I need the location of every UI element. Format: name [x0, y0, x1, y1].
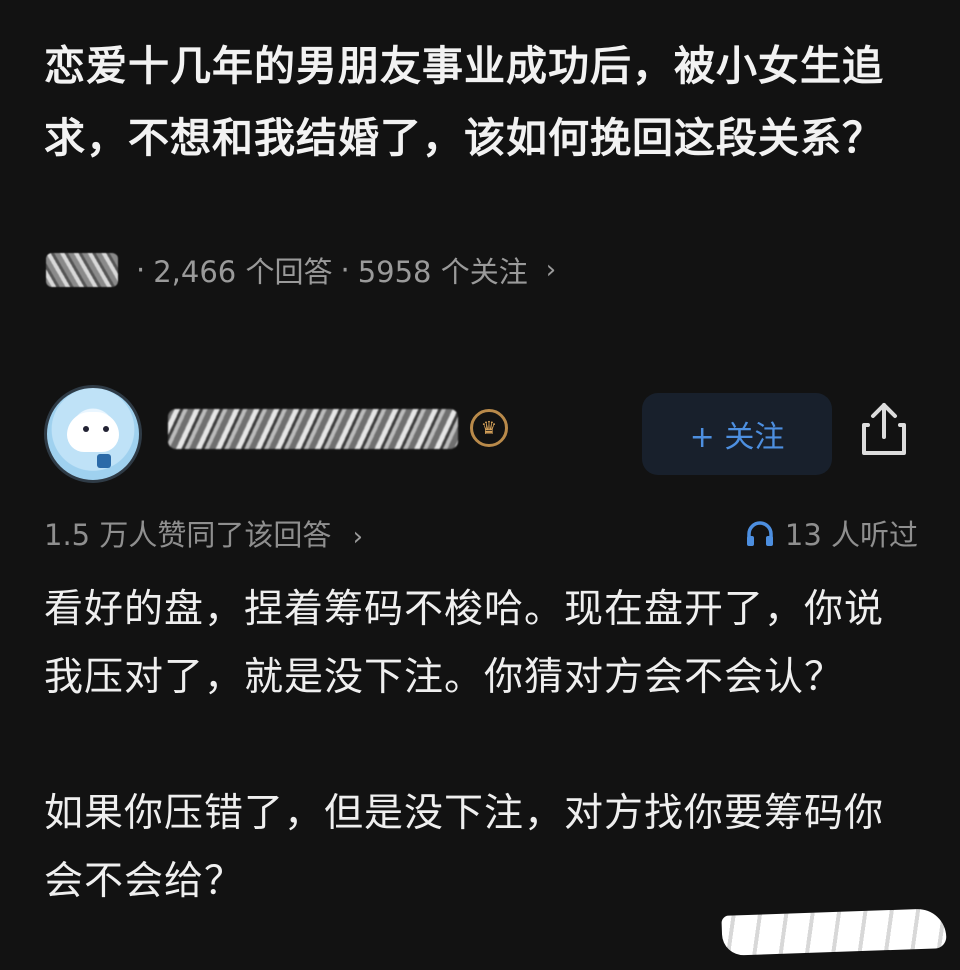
listen-count[interactable]: 13 人听过 [745, 512, 918, 554]
question-title[interactable]: 恋爱十几年的男朋友事业成功后，被小女生追求，不想和我结婚了，该如何挽回这段关系？ [44, 30, 924, 174]
answer-author-bar: ♛ + 关注 [44, 385, 920, 485]
answer-content[interactable]: 看好的盘，捏着筹码不梭哈。现在盘开了，你说我压对了，就是没下注。你猜对方会不会认… [44, 576, 920, 916]
separator-dot: · [340, 253, 350, 287]
follow-button[interactable]: + 关注 [642, 393, 832, 475]
chevron-right-icon[interactable]: › [546, 255, 556, 285]
separator-dot: · [136, 253, 146, 287]
author-avatar[interactable] [44, 385, 142, 483]
phone-tag-icon [97, 454, 111, 468]
answer-paragraph: 看好的盘，捏着筹码不梭哈。现在盘开了，你说我压对了，就是没下注。你猜对方会不会认… [44, 587, 885, 700]
follow-count: 5958 个关注 [357, 255, 528, 289]
question-meta[interactable]: · 2,466 个回答 · 5958 个关注 › [46, 248, 556, 292]
follow-label: + 关注 [689, 420, 785, 455]
share-icon[interactable] [856, 399, 912, 459]
asker-avatar-redacted [46, 253, 118, 287]
dog-illustration [67, 412, 119, 452]
answer-paragraph: 如果你压错了，但是没下注，对方找你要筹码你会不会给？ [44, 791, 885, 904]
crown-badge-icon: ♛ [470, 409, 508, 447]
headphones-icon [746, 521, 773, 546]
approval-count[interactable]: 1.5 万人赞同了该回答 › [44, 512, 363, 554]
answers-count: 2,466 个回答 [153, 255, 333, 289]
chevron-right-icon: › [352, 522, 363, 552]
author-name-redacted[interactable] [168, 409, 458, 449]
answer-stats: 1.5 万人赞同了该回答 › 13 人听过 [44, 512, 918, 556]
watermark-redaction [721, 908, 947, 956]
